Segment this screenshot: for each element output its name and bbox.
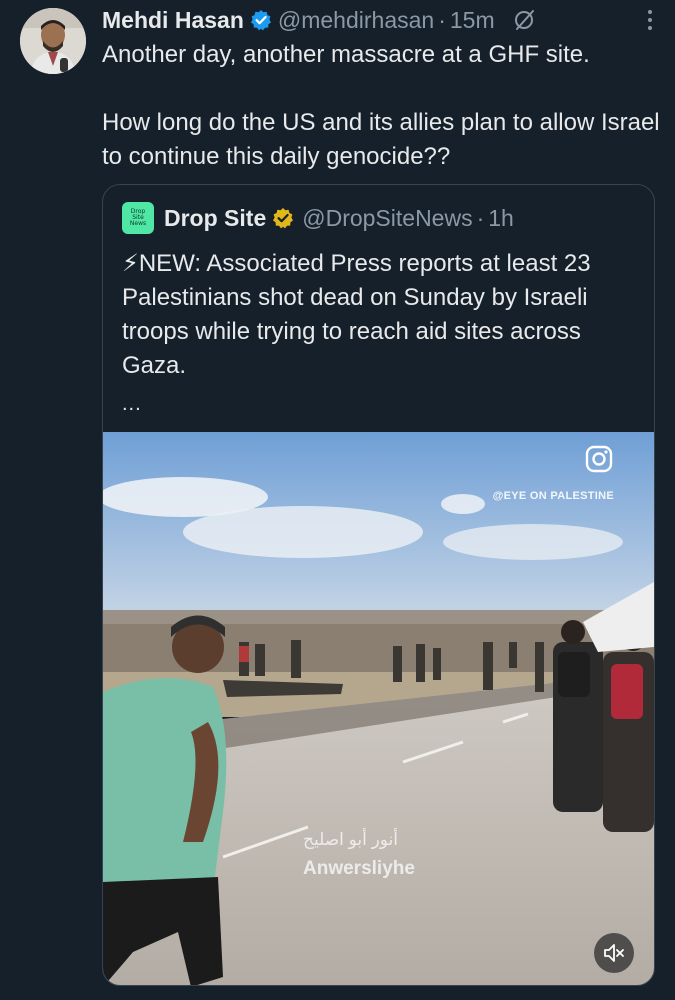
quoted-logo-text: Drop Site News [130,209,146,227]
tweet-text: Another day, another massacre at a GHF s… [102,38,662,174]
tweet-paragraph: Another day, another massacre at a GHF s… [102,41,590,68]
quoted-author-name[interactable]: Drop Site [164,205,266,232]
video-credit-arabic: أنور أبو اصليح [303,830,399,849]
speaker-muted-icon [604,944,624,962]
quoted-text: ⚡NEW: Associated Press reports at least … [122,250,591,379]
mute-button[interactable] [594,933,634,973]
quoted-author-handle[interactable]: @DropSiteNews [302,205,472,232]
instagram-icon [585,445,613,473]
tweet-header: Mehdi Hasan @mehdirhasan · 15m [102,4,655,36]
author-avatar[interactable] [20,8,86,74]
quoted-header: Drop Site News Drop Site @DropSiteNews ·… [122,201,514,235]
tweet-paragraph: How long do the US and its allies plan t… [102,109,660,170]
separator-dot: · [438,6,446,33]
logo-word: News [129,220,147,227]
video-frame [103,432,654,985]
video-watermark: @EYE ON PALESTINE [492,490,614,502]
verified-badge-icon [250,10,271,31]
avatar-image [20,8,86,74]
separator-dot: · [476,204,485,231]
show-more-ellipsis[interactable]: ... [122,393,142,416]
verified-org-badge-icon [273,208,294,229]
grok-icon[interactable] [513,8,537,32]
video-credit-latin: Anwersliyhe [303,858,415,879]
quoted-avatar[interactable]: Drop Site News [122,202,154,234]
tweet-time[interactable]: 15m [450,7,495,34]
more-options-icon[interactable] [645,8,655,32]
quoted-tweet[interactable]: Drop Site News Drop Site @DropSiteNews ·… [102,184,655,986]
quoted-time[interactable]: 1h [488,205,514,232]
quoted-video[interactable]: @EYE ON PALESTINE أنور أبو اصليح Anwersl… [103,432,654,985]
author-handle[interactable]: @mehdirhasan [278,7,434,34]
author-name[interactable]: Mehdi Hasan [102,7,244,34]
